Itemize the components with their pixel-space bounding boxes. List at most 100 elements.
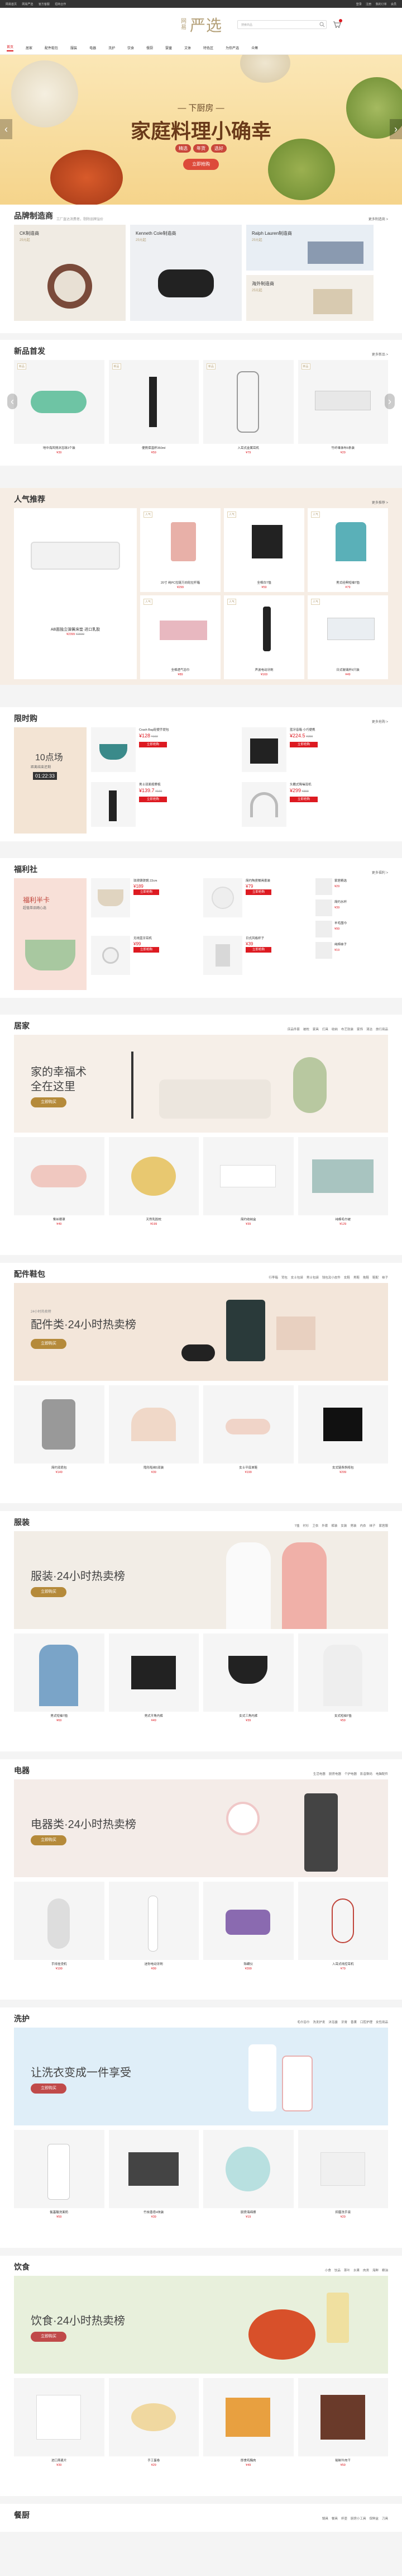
category-link[interactable]: 女鞋: [344, 1276, 350, 1280]
product-card[interactable]: 蚕丝眼罩 ¥49: [14, 1137, 104, 1229]
category-link[interactable]: 卫衣: [312, 1524, 318, 1528]
product-card[interactable]: 女式链条斜挎包 ¥299: [298, 1385, 388, 1477]
member-link[interactable]: 会员: [391, 3, 396, 6]
category-link[interactable]: 口腔护理: [360, 2021, 372, 2024]
category-link[interactable]: 沐浴露: [328, 2021, 338, 2024]
category-link[interactable]: 厨房小工具: [351, 2517, 366, 2521]
welfare-item[interactable]: 简约陶瓷餐具套装 ¥79 立即抢购: [203, 878, 311, 931]
category-banner[interactable]: 24小时热卖榜 配件类·24小时热卖榜 立即购买: [14, 1283, 388, 1381]
category-link[interactable]: 背包: [281, 1276, 288, 1280]
welfare-item[interactable]: 珐琅铸铁锅 22cm ¥189 立即抢购: [91, 878, 199, 931]
product-card[interactable]: 迷你电动牙刷 ¥99: [108, 1882, 199, 1973]
buy-button[interactable]: 立即抢购: [290, 797, 318, 802]
product-card[interactable]: 人气 全棉透气浴巾 ¥89: [140, 595, 221, 679]
category-link[interactable]: 牙膏: [341, 2021, 347, 2024]
welfare-list-item[interactable]: 羊毛围巾 ¥99: [315, 921, 388, 937]
category-link[interactable]: 粮油: [382, 2269, 388, 2272]
category-link[interactable]: 被枕: [303, 1028, 309, 1031]
brand-card[interactable]: 海外制造商 25元起: [246, 275, 374, 321]
cart-button[interactable]: [332, 19, 342, 29]
product-card[interactable]: 人气 全棉白T恤 ¥59: [224, 508, 304, 592]
category-link[interactable]: 家具: [313, 1028, 319, 1031]
product-card[interactable]: 新品 地中海风情沐浴球3个装 ¥39: [14, 360, 104, 457]
product-card[interactable]: 女士平底单鞋 ¥199: [203, 1385, 294, 1477]
buy-button[interactable]: 立即抢购: [133, 889, 159, 895]
category-link[interactable]: 小食: [325, 2269, 331, 2272]
category-link[interactable]: 钱包及小皮件: [322, 1276, 341, 1280]
product-card[interactable]: 天然乳胶枕 ¥199: [108, 1137, 199, 1229]
welfare-promo-card[interactable]: 福利半卡 超值单品随心选: [14, 878, 87, 990]
search-input[interactable]: 搜索商品: [237, 20, 327, 29]
product-card[interactable]: 新品 竹纤维抹布5条装 ¥29: [298, 360, 388, 457]
nav-home[interactable]: 首页: [7, 44, 14, 51]
category-link[interactable]: 女性用品: [376, 2021, 388, 2024]
buy-button[interactable]: 立即抢购: [290, 742, 318, 747]
buy-button[interactable]: 立即抢购: [133, 947, 159, 953]
category-link[interactable]: 香薰: [351, 2021, 357, 2024]
product-card[interactable]: 男式平角内裤 ¥49: [108, 1633, 199, 1725]
product-card[interactable]: 秘制牛肉干 ¥59: [298, 2378, 388, 2470]
popular-main-card[interactable]: AB面独立弹簧床垫 进口乳胶 ¥2399 ¥2999: [14, 508, 137, 679]
product-card[interactable]: 纯棉毛巾被 ¥129: [298, 1137, 388, 1229]
flash-item[interactable]: 蓝牙音箱 小巧便携 ¥224.5 ¥299 立即抢购: [242, 727, 388, 778]
register-link[interactable]: 注册: [366, 3, 371, 6]
flash-item[interactable]: Crash Bag轻便手提包 ¥128 ¥169 立即抢购: [91, 727, 237, 778]
hero-next-arrow[interactable]: ›: [390, 119, 402, 139]
product-card[interactable]: 隐形船袜5双装 ¥39: [108, 1385, 199, 1477]
category-link[interactable]: 饮品: [334, 2269, 341, 2272]
category-link[interactable]: 清洁: [366, 1028, 372, 1031]
welfare-list-item[interactable]: 家居精选 ¥29: [315, 878, 388, 895]
nav-item[interactable]: 特色区: [203, 45, 213, 50]
hero-prev-arrow[interactable]: ‹: [0, 119, 12, 139]
category-link[interactable]: 厨房电器: [329, 1773, 341, 1776]
product-card[interactable]: 除螨仪 ¥399: [203, 1882, 294, 1973]
product-card[interactable]: 人气 声波电动牙刷 ¥169: [224, 595, 304, 679]
more-link[interactable]: 更多抢购 >: [372, 719, 388, 724]
banner-button[interactable]: 立即购买: [31, 1339, 66, 1349]
brand-card[interactable]: Kenneth Cole制造商 25元起: [130, 225, 242, 321]
category-link[interactable]: 袜子: [382, 1276, 388, 1280]
brand-card[interactable]: Ralph Lauren制造商 25元起: [246, 225, 374, 271]
flash-item[interactable]: 男士双面按摩梳 ¥139.7 ¥169 立即抢购: [91, 782, 237, 832]
category-link[interactable]: 袜子: [369, 1524, 375, 1528]
orders-link[interactable]: 我的订单: [376, 3, 387, 6]
banner-button[interactable]: 立即购买: [31, 2332, 66, 2342]
category-link[interactable]: 生活电器: [313, 1773, 326, 1776]
category-link[interactable]: 外套: [322, 1524, 328, 1528]
category-link[interactable]: 旅行用品: [376, 1028, 388, 1031]
nav-item[interactable]: 服装: [70, 45, 77, 50]
nav-item[interactable]: 文体: [184, 45, 191, 50]
brand-card[interactable]: CK制造商 25元起: [14, 225, 126, 321]
nav-item[interactable]: 配件鞋包: [45, 45, 58, 50]
welfare-list-item[interactable]: 纯棉袜子 ¥19: [315, 942, 388, 959]
category-link[interactable]: 男装: [350, 1524, 356, 1528]
carousel-prev-arrow[interactable]: ‹: [7, 394, 17, 409]
category-link[interactable]: 收纳: [332, 1028, 338, 1031]
more-link[interactable]: 更多福利 >: [372, 870, 388, 875]
nav-item[interactable]: 电器: [89, 45, 96, 50]
more-link[interactable]: 更多制造商 >: [368, 216, 388, 221]
category-link[interactable]: 毛巾浴巾: [297, 2021, 309, 2024]
category-link[interactable]: 家居服: [379, 1524, 388, 1528]
more-link[interactable]: 更多新品 >: [372, 352, 388, 357]
product-card[interactable]: 入耳式线控耳机 ¥79: [298, 1882, 388, 1973]
category-banner[interactable]: 服装·24小时热卖榜 立即购买: [14, 1531, 388, 1629]
flash-item[interactable]: 头戴式降噪耳机 ¥299 ¥399 立即抢购: [242, 782, 388, 832]
top-link[interactable]: 网易首页: [6, 3, 17, 6]
login-link[interactable]: 登录: [356, 3, 362, 6]
search-icon[interactable]: [319, 22, 325, 27]
category-link[interactable]: 内衣: [360, 1524, 366, 1528]
category-link[interactable]: 个护电器: [344, 1773, 357, 1776]
category-link[interactable]: 衬衫: [303, 1524, 309, 1528]
product-card[interactable]: 简约收纳盒 ¥39: [203, 1137, 294, 1229]
hero-buy-button[interactable]: 立即抢购: [183, 159, 219, 170]
category-link[interactable]: 肉类: [363, 2269, 369, 2272]
product-card[interactable]: 新品 便携保温杯350ml ¥59: [108, 360, 199, 457]
product-card[interactable]: 竹炭香皂4块装 ¥39: [108, 2130, 199, 2222]
logo[interactable]: 网易 严选: [180, 13, 222, 36]
product-card[interactable]: 女式短袖T恤 ¥59: [298, 1633, 388, 1725]
product-card[interactable]: 男式短袖T恤 ¥69: [14, 1633, 104, 1725]
category-banner[interactable]: 家的幸福术 全在这里 立即购买: [14, 1035, 388, 1133]
more-link[interactable]: 更多推荐 >: [372, 500, 388, 505]
top-link[interactable]: 网易严选: [22, 3, 33, 6]
